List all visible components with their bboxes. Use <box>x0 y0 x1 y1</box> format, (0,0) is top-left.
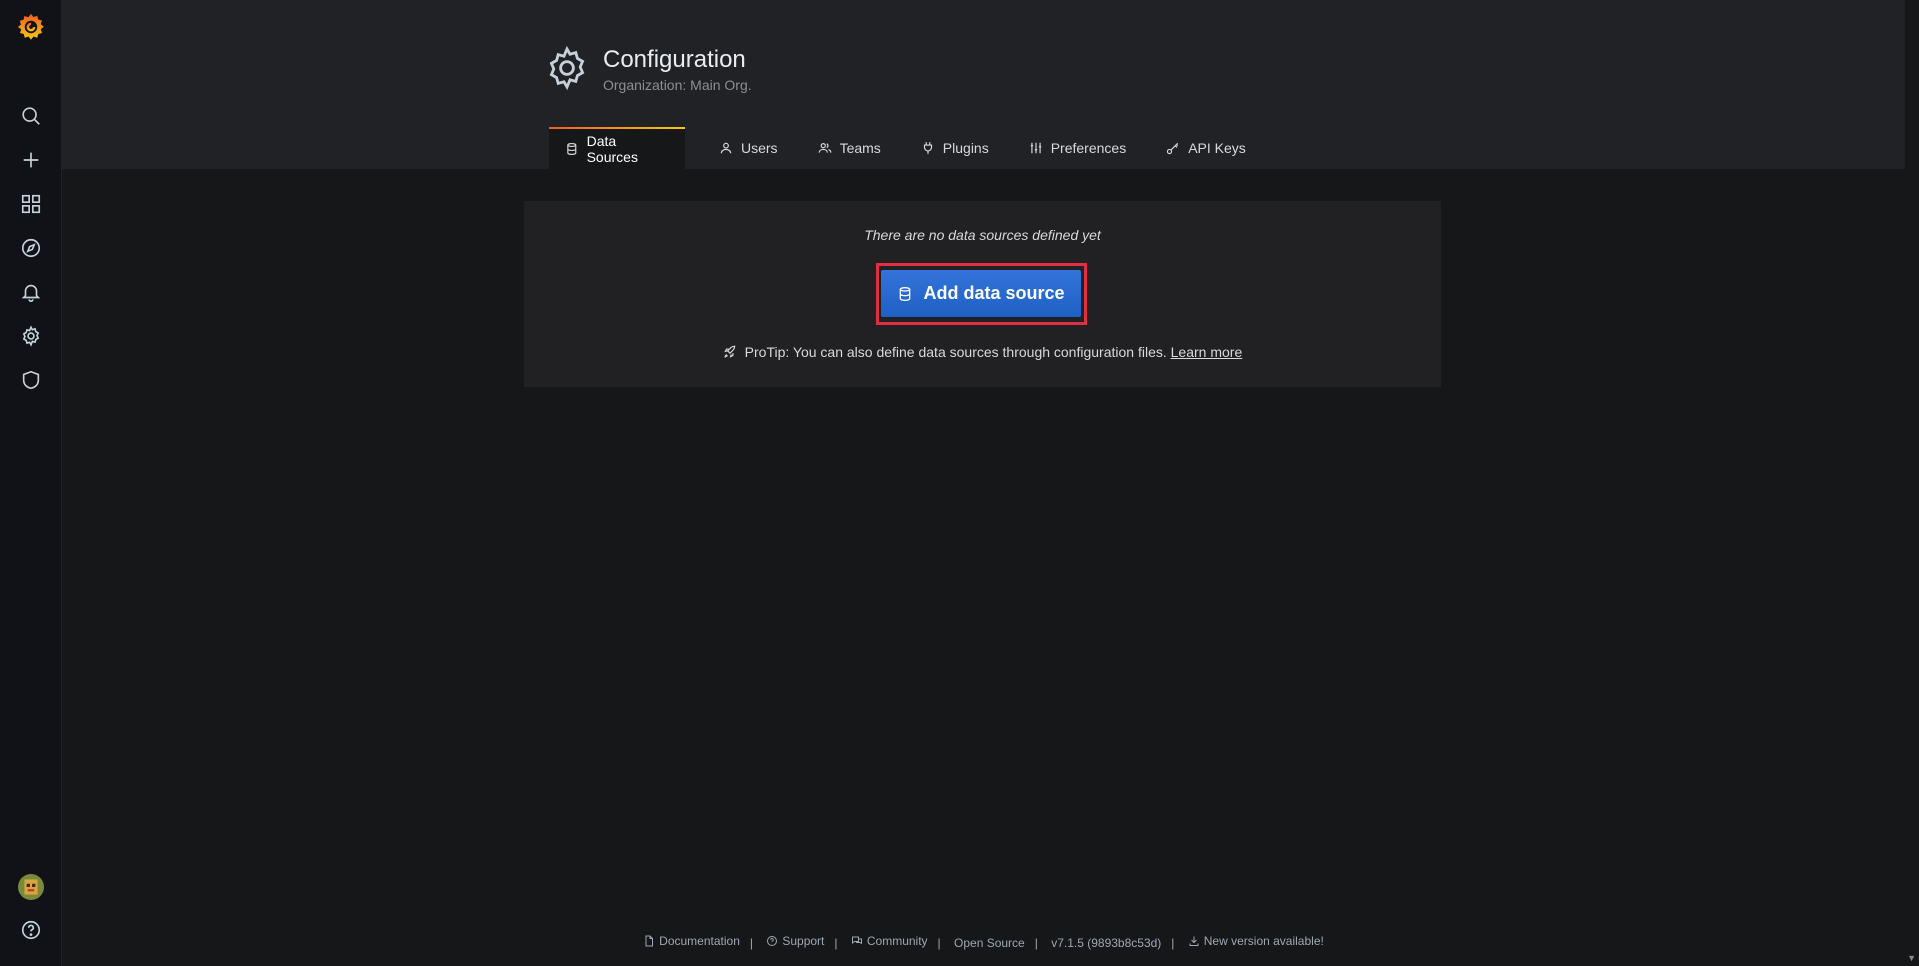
tab-preferences[interactable]: Preferences <box>1013 127 1142 169</box>
sidebar-item-profile[interactable] <box>0 867 61 907</box>
database-icon <box>900 286 911 301</box>
add-data-source-label: Add data source <box>923 283 1065 303</box>
question-icon <box>767 936 778 946</box>
add-data-source-button[interactable]: Add data source <box>881 270 1081 317</box>
footer-community-link[interactable]: Community <box>851 934 928 948</box>
footer-support-link[interactable]: Support <box>766 934 824 948</box>
database-icon <box>567 143 577 155</box>
sidebar-item-dashboards[interactable] <box>0 184 61 224</box>
footer: Documentation | Support | Community | Op… <box>62 934 1905 950</box>
rocket-icon <box>724 345 736 358</box>
empty-message: There are no data sources defined yet <box>864 227 1101 243</box>
protip: ProTip: You can also define data sources… <box>524 344 1441 360</box>
document-icon <box>645 935 654 947</box>
plug-icon <box>923 142 932 154</box>
tab-label: Data Sources <box>586 133 638 165</box>
sidebar-item-configuration[interactable] <box>0 316 61 356</box>
footer-documentation-link[interactable]: Documentation <box>643 934 740 948</box>
footer-version: v7.1.5 (9893b8c53d) <box>1051 936 1161 950</box>
tab-label: Teams <box>839 140 881 156</box>
apps-icon <box>21 194 40 214</box>
footer-documentation-label: Documentation <box>659 934 740 948</box>
footer-separator: | <box>1171 936 1175 950</box>
sidebar-item-create[interactable] <box>0 140 61 180</box>
search-icon <box>21 107 40 125</box>
sidebar-item-server-admin[interactable] <box>0 360 61 400</box>
footer-support-label: Support <box>782 934 825 948</box>
protip-text: ProTip: You can also define data sources… <box>744 344 1167 360</box>
empty-list-panel: There are no data sources defined yet Ad… <box>524 201 1441 387</box>
tab-data-sources[interactable]: Data Sources <box>549 127 685 169</box>
sidebar-item-explore[interactable] <box>0 228 61 268</box>
footer-separator: | <box>834 936 838 950</box>
footer-community-label: Community <box>866 934 928 948</box>
tab-label: API Keys <box>1188 140 1246 156</box>
tab-label: Preferences <box>1050 140 1127 156</box>
scroll-down-arrow[interactable]: ▼ <box>1907 953 1916 963</box>
compass-icon <box>21 238 40 258</box>
cog-icon <box>22 325 39 347</box>
footer-separator: | <box>937 936 941 950</box>
footer-new-version-label: New version available! <box>1203 934 1324 948</box>
learn-more-link[interactable]: Learn more <box>1171 344 1243 360</box>
download-icon <box>1189 936 1199 946</box>
tab-plugins[interactable]: Plugins <box>905 127 1005 169</box>
sidebar-item-search[interactable] <box>0 96 61 136</box>
key-icon <box>1167 142 1179 155</box>
tab-label: Plugins <box>942 140 989 156</box>
footer-version-label: v7.1.5 (9893b8c53d) <box>1051 936 1162 950</box>
question-icon <box>21 920 40 940</box>
users-icon <box>818 143 831 153</box>
page-subtitle: Organization: Main Org. <box>603 77 752 93</box>
grafana-logo[interactable] <box>0 6 61 48</box>
shield-icon <box>22 370 39 390</box>
page-header: Configuration Organization: Main Org. Da… <box>62 0 1905 169</box>
sliders-icon <box>1030 142 1041 154</box>
footer-separator: | <box>749 936 754 950</box>
footer-separator: | <box>1034 936 1038 950</box>
sidebar <box>0 0 62 966</box>
comments-icon <box>851 936 862 945</box>
sidebar-item-help[interactable] <box>0 910 61 950</box>
avatar <box>17 874 44 900</box>
footer-new-version-link[interactable]: New version available! <box>1188 934 1324 948</box>
cog-icon <box>549 45 585 91</box>
tab-api-keys[interactable]: API Keys <box>1150 127 1262 169</box>
footer-open-source-label: Open Source <box>954 936 1025 950</box>
tab-users[interactable]: Users <box>703 127 794 169</box>
bell-icon <box>21 284 40 302</box>
sidebar-item-alerting[interactable] <box>0 272 61 312</box>
footer-open-source-link[interactable]: Open Source <box>954 936 1025 950</box>
page-title: Configuration <box>603 46 746 73</box>
tab-label: Users <box>741 140 778 156</box>
plus-icon <box>23 152 38 168</box>
config-tabs: Data Sources Users Teams Plugins Prefere… <box>549 127 1262 169</box>
grafana-logo-icon <box>17 13 44 40</box>
user-icon <box>720 142 732 154</box>
tab-teams[interactable]: Teams <box>802 127 897 169</box>
